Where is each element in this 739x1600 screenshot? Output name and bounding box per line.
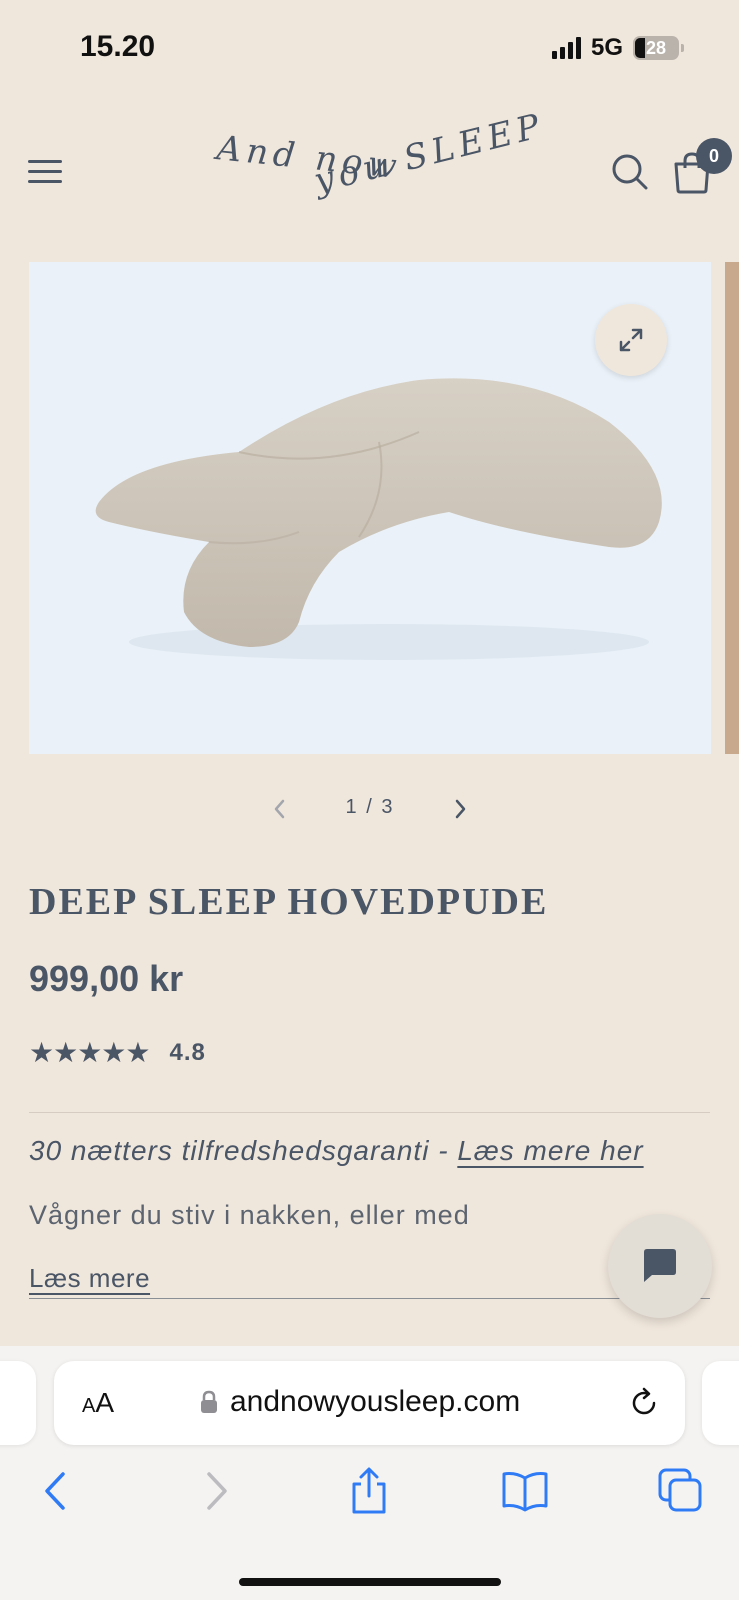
next-tab-peek[interactable] <box>702 1361 739 1445</box>
rating-stars: ★★★★★ <box>29 1037 151 1068</box>
bookmarks-button[interactable] <box>500 1466 550 1516</box>
chevron-right-icon <box>207 1472 227 1510</box>
site-logo[interactable]: And now you SLEEP <box>205 106 549 230</box>
aa-large: A <box>95 1387 115 1418</box>
divider <box>29 1298 710 1299</box>
product-description: Vågner du stiv i nakken, eller med <box>29 1200 470 1230</box>
url-text: andnowyousleep.com <box>230 1385 521 1418</box>
menu-icon[interactable] <box>28 160 62 184</box>
expand-icon <box>619 328 643 352</box>
next-image-button[interactable] <box>448 794 472 824</box>
battery-level: 28 <box>645 37 667 58</box>
chat-icon <box>644 1249 676 1282</box>
search-icon[interactable] <box>610 152 650 192</box>
status-time: 15.20 <box>80 30 156 63</box>
forward-button[interactable] <box>190 1466 240 1516</box>
rating-value: 4.8 <box>169 1038 206 1066</box>
book-icon <box>502 1472 548 1512</box>
browser-toolbar: AA andnowyousleep.com <box>0 1346 739 1600</box>
home-indicator <box>239 1578 501 1586</box>
chevron-right-icon <box>455 799 466 819</box>
status-indicators: 5G 28 <box>551 34 684 62</box>
reload-icon[interactable] <box>628 1387 660 1419</box>
previous-image-button[interactable] <box>268 794 292 824</box>
guarantee-link[interactable]: Læs mere her <box>457 1135 643 1166</box>
gallery-counter: 1 / 3 <box>345 796 395 818</box>
pillow-image <box>95 378 662 660</box>
back-button[interactable] <box>32 1466 82 1516</box>
share-icon <box>352 1467 386 1514</box>
status-bar: 15.20 5G 28 <box>0 0 739 100</box>
logo-line-2: you SLEEP <box>310 105 549 202</box>
expand-image-button[interactable] <box>595 304 667 376</box>
guarantee-label: 30 nætters tilfredshedsgaranti - <box>29 1135 458 1166</box>
guarantee-text: 30 nætters tilfredshedsgaranti - Læs mer… <box>29 1135 644 1167</box>
browser-nav-row <box>0 1466 739 1526</box>
chevron-left-icon <box>274 799 285 819</box>
battery-icon: 28 <box>633 36 684 60</box>
read-more-link[interactable]: Læs mere <box>29 1263 150 1294</box>
share-button[interactable] <box>344 1466 394 1516</box>
product-rating[interactable]: ★★★★★ 4.8 <box>29 1036 206 1069</box>
chat-button[interactable] <box>608 1214 712 1318</box>
lock-icon <box>201 1390 217 1413</box>
network-label: 5G <box>590 34 623 61</box>
aa-small: A <box>82 1395 96 1417</box>
previous-tab-peek[interactable] <box>0 1361 36 1445</box>
cart-count-badge: 0 <box>696 138 732 174</box>
product-title: DEEP SLEEP HOVEDPUDE <box>29 881 549 923</box>
reader-settings-button[interactable]: AA <box>82 1387 114 1419</box>
product-price: 999,00 kr <box>29 958 184 999</box>
site-header: And now you SLEEP 0 <box>0 106 739 230</box>
divider <box>29 1112 710 1113</box>
chevron-left-icon <box>45 1472 65 1510</box>
gallery-pager: 1 / 3 <box>0 790 739 830</box>
signal-icon <box>551 37 581 59</box>
tabs-button[interactable] <box>656 1466 706 1516</box>
next-image-peek[interactable] <box>725 262 739 754</box>
tabs-icon <box>658 1468 702 1512</box>
address-bar[interactable]: AA andnowyousleep.com <box>54 1361 685 1445</box>
